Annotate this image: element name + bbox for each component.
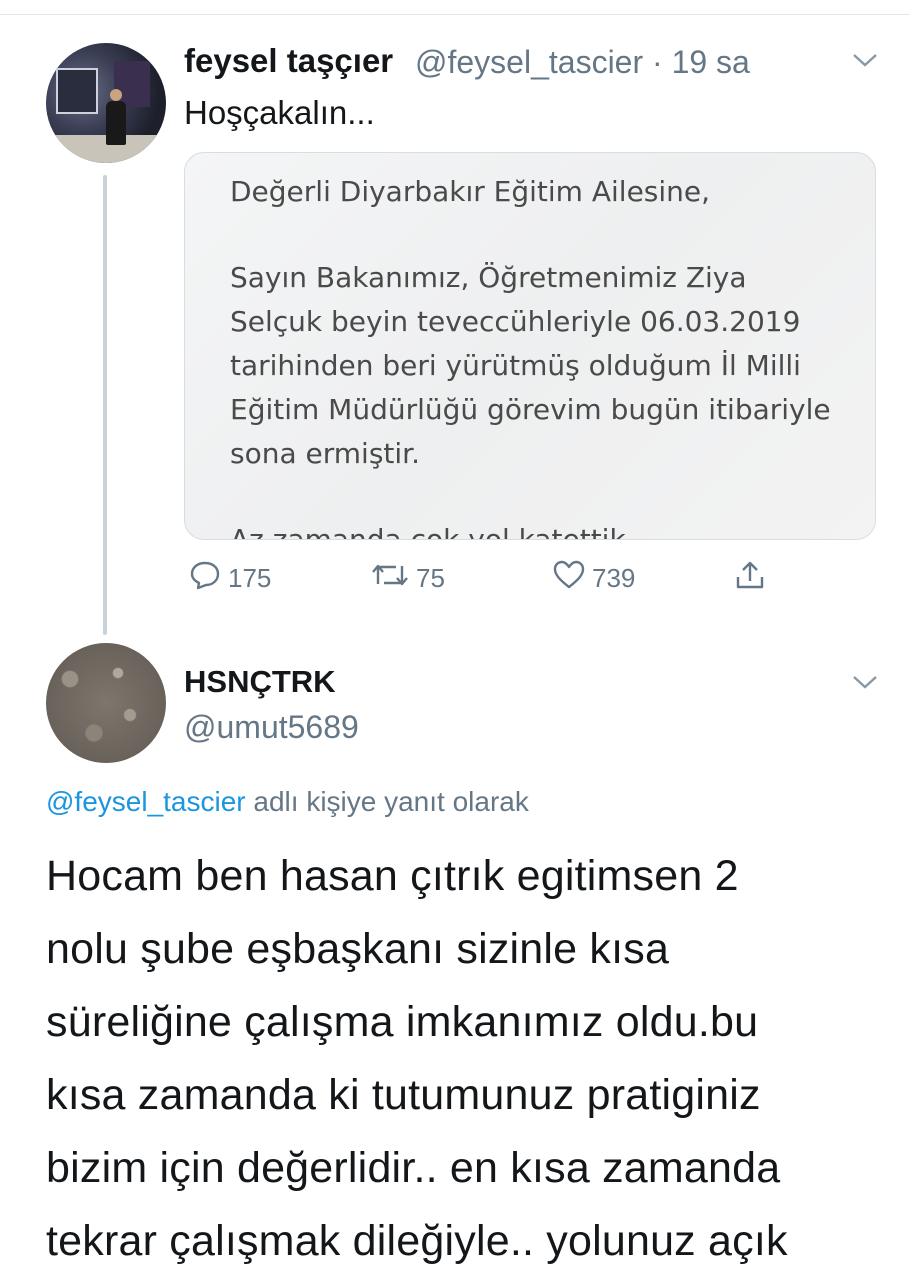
tweet2-handle[interactable]: @umut5689 [184,709,359,746]
media-line: sona ermiştir. [230,437,421,470]
tweet2-display-name[interactable]: HSNÇTRK [184,664,336,700]
chevron-down-icon[interactable] [852,674,877,694]
like-icon [552,560,592,597]
tweet1-time[interactable]: · 19 sa [652,44,750,80]
reply-to-link[interactable]: @feysel_tascier [46,786,246,817]
retweet-icon [370,560,416,597]
share-icon [734,559,772,598]
media-line: Sayın Bakanımız, Öğretmenimiz Ziya [230,261,747,294]
tweet2-text-line: kısa zamanda ki tutumunuz pratiginiz [46,1071,761,1119]
tweet2-text-line: bizim için değerlidir.. en kısa zamanda [46,1144,781,1192]
tweet1-handle[interactable]: @feysel_tascier [415,44,643,80]
reply-icon [188,560,228,597]
like-button[interactable]: 739 [552,560,635,596]
media-line: Eğitim Müdürlüğü görevim bugün itibariyl… [230,393,831,426]
media-line: Selçuk beyin teveccühleriyle 06.03.2019 [230,305,801,338]
tweet2-text-line: nolu şube eşbaşkanı sizinle kısa [46,925,670,973]
retweet-button[interactable]: 75 [370,560,445,596]
chevron-down-icon[interactable] [852,52,877,72]
tweet1-image[interactable]: Değerli Diyarbakır Eğitim Ailesine, Sayı… [184,152,876,540]
tweet2-text-line: Hocam ben hasan çıtrık egitimsen 2 [46,852,739,900]
share-button[interactable] [734,560,772,596]
thread-connector-line [103,175,107,635]
media-line-cut: Az zamanda çok yol katettik [230,523,626,540]
media-line: Değerli Diyarbakır Eğitim Ailesine, [230,175,711,208]
tweet1-handle-time: @feysel_tascier · 19 sa [415,44,750,81]
media-line: tarihinden beri yürütmüş olduğum İl Mill… [230,349,801,382]
reply-count: 175 [228,562,272,593]
replying-to-line: @feysel_tascier adlı kişiye yanıt olarak [46,786,529,818]
tweet1-display-name[interactable]: feysel taşçıer [184,42,393,80]
like-count: 739 [592,562,636,593]
tweet2-text-line: süreliğine çalışma imkanımız oldu.bu [46,998,759,1046]
avatar-hsnctrk[interactable] [46,643,166,763]
avatar-feysel[interactable] [46,43,166,163]
reply-button[interactable]: 175 [188,560,271,596]
retweet-count: 75 [416,562,445,593]
top-divider [0,14,910,15]
tweet2-text-line: tekrar çalışmak dileğiyle.. yolunuz açık [46,1217,788,1265]
tweet1-text: Hoşçakalın... [184,94,375,131]
reply-to-suffix: adlı kişiye yanıt olarak [253,786,529,817]
